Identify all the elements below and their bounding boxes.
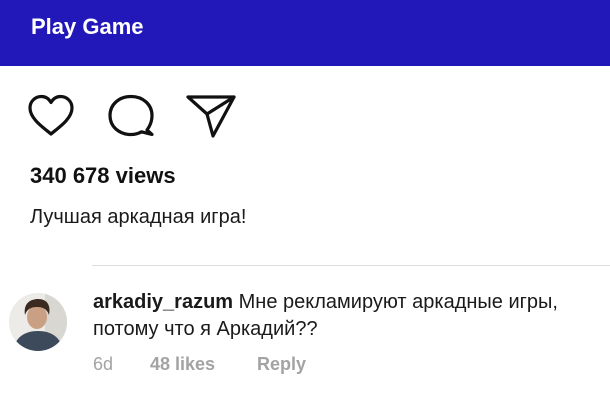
avatar[interactable] (9, 293, 67, 351)
comment-username[interactable]: arkadiy_razum (93, 291, 233, 313)
paper-plane-icon (186, 95, 236, 138)
comment-time: 6d (93, 354, 114, 374)
like-button[interactable] (26, 93, 76, 139)
heart-icon (28, 94, 74, 136)
user-photo-icon (9, 293, 67, 351)
comment-body: arkadiy_razum Мне рекламируют аркадные и… (93, 289, 598, 343)
reply-button[interactable]: Reply (257, 352, 306, 376)
share-button[interactable] (186, 93, 236, 139)
view-count: 340 678 views (30, 163, 176, 188)
post-caption: Лучшая аркадная игра! (30, 206, 247, 228)
comments-divider (92, 265, 610, 266)
comment-bubble-icon (108, 94, 154, 137)
header-title[interactable]: Play Game (31, 14, 144, 40)
comment-likes[interactable]: 48 likes (150, 352, 215, 376)
app-header: Play Game (0, 0, 610, 66)
comment-button[interactable] (106, 93, 156, 139)
